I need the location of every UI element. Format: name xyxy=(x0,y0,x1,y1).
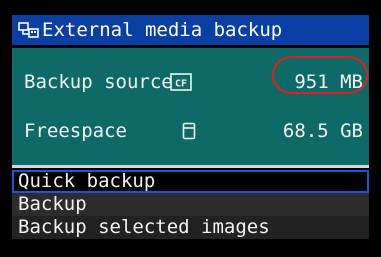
cf-card-icon: CF xyxy=(170,73,192,91)
freespace-row: Freespace 68.5 GB xyxy=(12,113,369,149)
menu-item-backup-selected-images[interactable]: Backup selected images xyxy=(12,216,369,239)
freespace-label: Freespace xyxy=(24,120,127,142)
camera-menu-screen: External media backup Backup source CF 9… xyxy=(0,0,381,257)
page-title: External media backup xyxy=(42,19,283,41)
backup-info-panel: Backup source CF 951 MB Freespace 68.5 G… xyxy=(12,48,369,165)
connect-icon xyxy=(18,20,40,40)
freespace-size: 68.5 GB xyxy=(282,120,363,142)
menu-item-quick-backup[interactable]: Quick backup xyxy=(12,170,369,193)
menu-item-backup[interactable]: Backup xyxy=(12,193,369,216)
external-drive-icon xyxy=(182,122,204,140)
backup-menu: Quick backup Backup Backup selected imag… xyxy=(12,170,369,239)
divider xyxy=(12,165,369,168)
highlight-circle xyxy=(272,56,368,94)
title-bar: External media backup xyxy=(12,15,369,45)
backup-source-label: Backup source xyxy=(24,71,173,93)
svg-text:CF: CF xyxy=(175,79,187,90)
